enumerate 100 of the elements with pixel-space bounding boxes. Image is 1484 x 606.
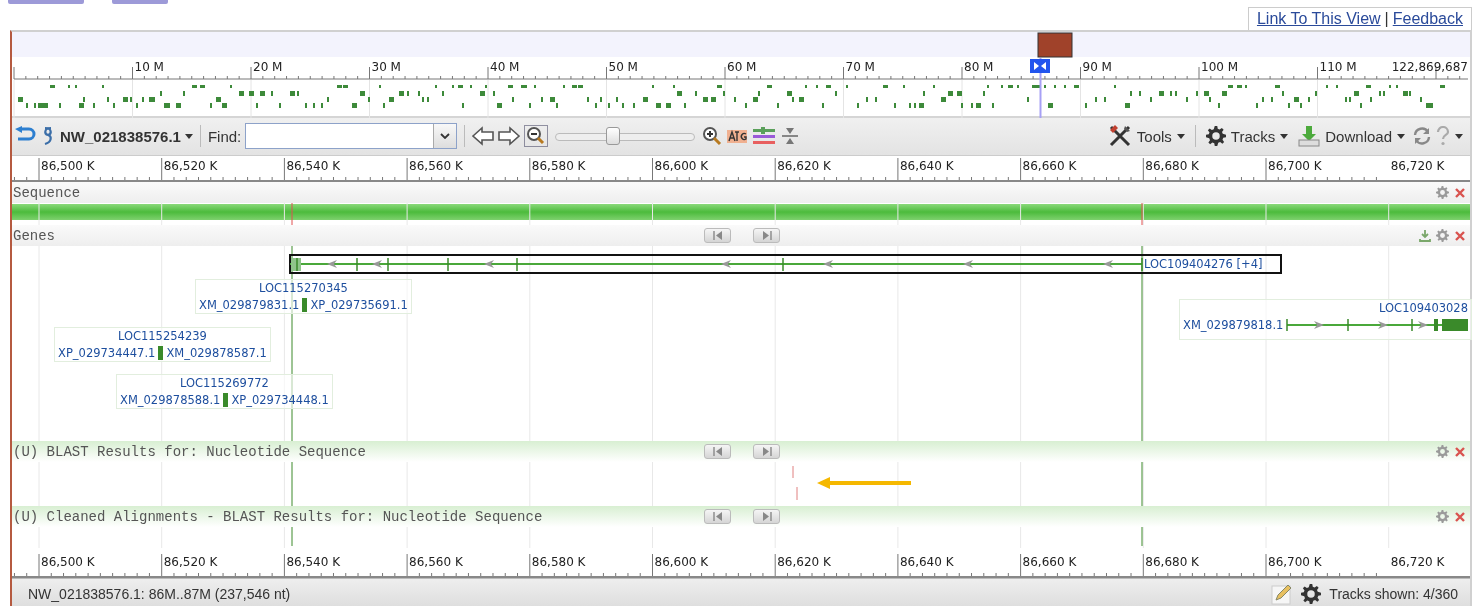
track-title: Genes (13, 227, 55, 244)
tracks-menu[interactable]: Tracks (1202, 126, 1292, 147)
scale-label: 86,600 K (654, 159, 709, 173)
scale-label: 70 M (845, 60, 875, 74)
settings-icon[interactable] (1436, 186, 1449, 199)
feedback-link[interactable]: Feedback (1392, 10, 1463, 28)
transcript-label: XM_029879818.1 (1183, 318, 1284, 332)
gene-card[interactable]: LOC115270345 XM_029879831.1 XP_029735691.1 (195, 279, 412, 314)
close-icon[interactable] (1454, 510, 1466, 523)
scale-label: 86,620 K (777, 555, 831, 569)
previous-feature-button[interactable] (704, 444, 731, 459)
skip-back-icon (711, 231, 724, 240)
exon-mark (223, 393, 229, 407)
zoom-in-icon[interactable] (702, 126, 723, 147)
tracks-shown-text: Tracks shown: 4/360 (1329, 585, 1458, 602)
download-menu[interactable]: Download (1295, 125, 1408, 148)
scale-label: 86,680 K (1145, 159, 1199, 173)
skip-forward-icon (760, 512, 773, 521)
scale-label: 20 M (253, 60, 283, 74)
skip-forward-icon (760, 231, 773, 240)
close-icon[interactable] (1454, 229, 1466, 242)
selected-gene-box[interactable] (289, 254, 1282, 274)
slider-thumb[interactable] (605, 127, 620, 146)
scale-label: 86,640 K (899, 555, 954, 569)
gear-icon[interactable] (1301, 583, 1322, 604)
scale-label: 10 M (134, 60, 164, 74)
caret-icon (1280, 133, 1289, 139)
pencil-icon[interactable] (1271, 582, 1294, 605)
download-icon (1298, 125, 1321, 148)
scale-label: 86,500 K (41, 159, 95, 173)
previous-feature-button[interactable] (704, 509, 731, 524)
scale-label: 86,500 K (41, 555, 95, 569)
sequence-selector[interactable]: NW_021838576.1 (60, 127, 193, 145)
selection-handle-icon[interactable] (1030, 59, 1050, 73)
scale-label: 110 M (1319, 60, 1357, 74)
transcript-label: XP_029734447.1 (58, 346, 156, 360)
skip-back-icon (711, 512, 724, 521)
scale-label: 30 M (371, 60, 401, 74)
caret-icon (1176, 133, 1185, 139)
separator: | (1384, 10, 1389, 28)
gene-label: LOC115254239 (117, 329, 207, 343)
scale-label: 86,600 K (654, 555, 709, 569)
caret-icon[interactable] (440, 133, 451, 140)
transcript-label: XP_029735691.1 (310, 298, 408, 312)
exon-mark (158, 346, 164, 360)
scale-label: 40 M (490, 60, 520, 74)
scale-label: 86,560 K (409, 555, 463, 569)
scale-label: 86,660 K (1022, 555, 1077, 569)
scale-label: 86,540 K (286, 159, 341, 173)
hammer-wrench-icon (1107, 124, 1132, 149)
scale-label: 86,580 K (531, 555, 586, 569)
scale-label: 100 M (1201, 60, 1239, 74)
next-feature-button[interactable] (753, 444, 780, 459)
scale-label: 86,580 K (531, 159, 586, 173)
scale-label: 86,620 K (777, 159, 831, 173)
caret-icon (184, 133, 193, 139)
next-feature-button[interactable] (753, 509, 780, 524)
track-title: Sequence (13, 184, 81, 201)
settings-icon[interactable] (1436, 445, 1449, 458)
previous-feature-button[interactable] (704, 228, 731, 243)
track-layout-icon[interactable] (752, 126, 777, 147)
scale-label: 122,869,687 (1391, 60, 1468, 74)
caret-icon[interactable] (1454, 132, 1464, 141)
scale-label: 90 M (1082, 60, 1112, 74)
scale-label: 60 M (727, 60, 757, 74)
track-title: (U) BLAST Results for: Nucleotide Sequence (13, 443, 366, 460)
exon-mark (302, 298, 308, 312)
transcript-label: XM_029879831.1 (199, 298, 300, 312)
zoom-slider[interactable] (555, 126, 696, 147)
settings-icon[interactable] (1436, 229, 1449, 242)
track-title: (U) Cleaned Alignments - BLAST Results for: Nucleotide Sequence (13, 508, 543, 525)
gene-card[interactable]: LOC109403028 XM_029879818.1 (1179, 299, 1472, 340)
collapse-icon[interactable] (780, 126, 801, 147)
next-feature-button[interactable] (753, 228, 780, 243)
scale-label: 86,680 K (1145, 555, 1199, 569)
gene-label[interactable]: LOC109404276 [+4] (1144, 257, 1263, 271)
status-text: NW_021838576.1: 86M..87M (237,546 nt) (28, 585, 291, 602)
scale-label: 86,560 K (409, 159, 463, 173)
scale-label: 86,660 K (1022, 159, 1077, 173)
skip-forward-icon (760, 447, 773, 456)
refresh-icon[interactable] (1412, 126, 1432, 147)
close-icon[interactable] (1454, 186, 1466, 199)
settings-icon[interactable] (1436, 510, 1449, 523)
transcript-label: XM_029878587.1 (166, 346, 267, 360)
close-icon[interactable] (1454, 445, 1466, 458)
scale-label: 86,520 K (163, 159, 218, 173)
download-icon[interactable] (1419, 229, 1431, 242)
gene-card[interactable]: LOC115269772 XM_029878588.1 XP_029734448.1 (116, 374, 333, 409)
left-arrow-icon[interactable] (472, 126, 495, 147)
link-to-view-link[interactable]: Link To This View (1256, 10, 1381, 28)
find-field[interactable] (245, 123, 458, 150)
gene-label: LOC115270345 (258, 281, 348, 295)
gear-icon (1205, 126, 1226, 147)
right-arrow-icon[interactable] (498, 126, 521, 147)
zoom-out-icon[interactable] (524, 125, 549, 148)
tools-menu[interactable]: Tools (1104, 124, 1188, 149)
current-view-marker[interactable] (1037, 32, 1073, 58)
transcript-label: XM_029878588.1 (120, 393, 221, 407)
scale-label: 80 M (964, 60, 994, 74)
gene-card[interactable]: LOC115254239 XP_029734447.1 XM_029878587.1 (54, 327, 271, 362)
